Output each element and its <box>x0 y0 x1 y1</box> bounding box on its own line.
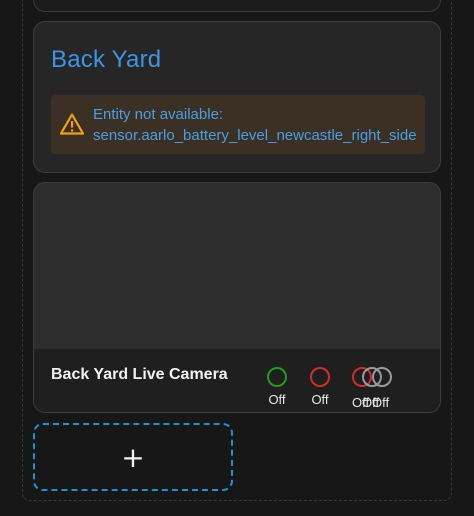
camera-name: Back Yard Live Camera <box>51 366 228 383</box>
previous-card <box>33 0 441 12</box>
status-label: Off <box>311 392 329 407</box>
entity-warning: Entity not available: sensor.aarlo_batte… <box>51 95 425 154</box>
add-card-button[interactable]: + <box>33 423 233 491</box>
status-label: Off <box>372 395 390 410</box>
warning-line-1: Entity not available: <box>93 106 224 123</box>
status-ring-icon <box>372 367 392 387</box>
status-motion[interactable]: Off <box>257 367 297 407</box>
status-label: Off <box>268 392 286 407</box>
status-ring-icon <box>310 367 330 387</box>
warning-entity-id: sensor.aarlo_battery_level_newcastle_rig… <box>93 127 417 144</box>
camera-preview[interactable] <box>34 183 440 349</box>
camera-card[interactable]: Back Yard Live Camera Off Off Off Off Of… <box>33 182 441 413</box>
status-ring-icon <box>267 367 287 387</box>
status-sound[interactable]: Off <box>300 367 340 407</box>
status-signal[interactable]: Off <box>372 367 412 410</box>
warning-message: Entity not available: sensor.aarlo_batte… <box>93 104 417 146</box>
warning-triangle-icon <box>60 113 84 135</box>
camera-footer: Back Yard Live Camera Off Off Off Off Of… <box>34 349 440 412</box>
card-title: Back Yard <box>51 46 162 73</box>
entities-card: Back Yard Entity not available: sensor.a… <box>33 21 441 173</box>
